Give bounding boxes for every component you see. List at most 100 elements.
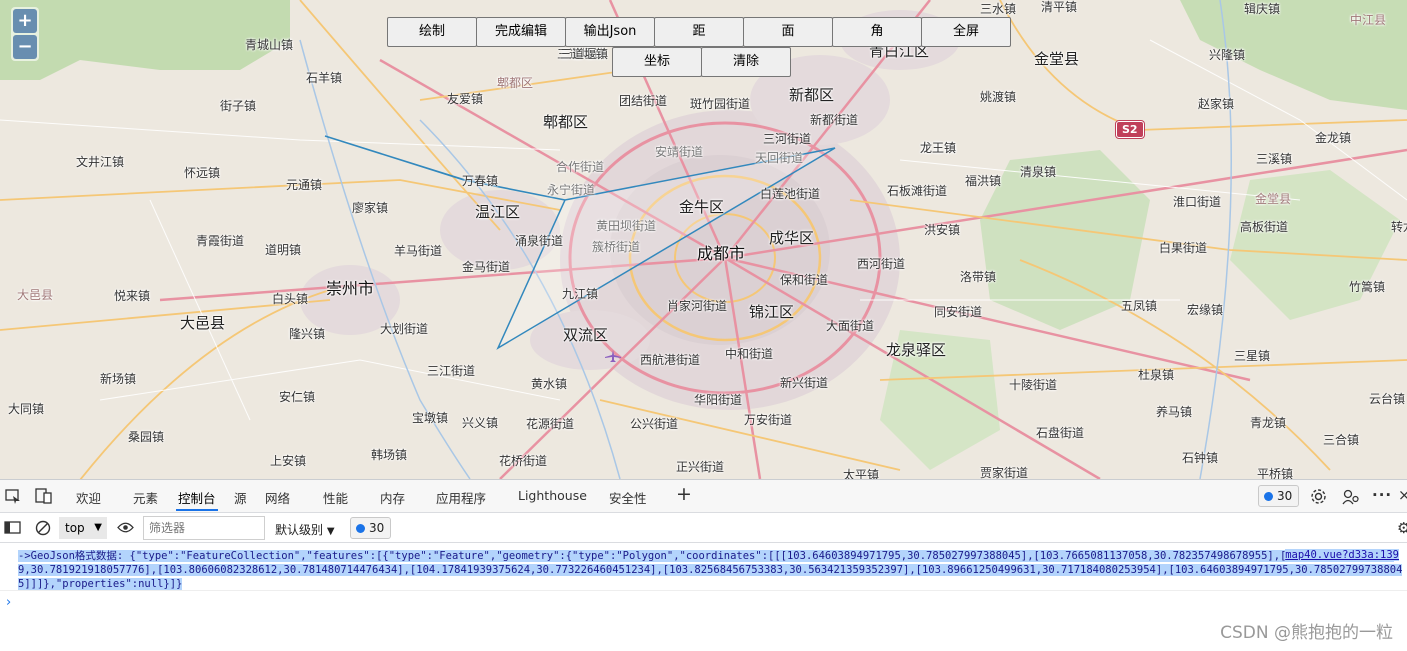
map-place-label: 五凤镇 xyxy=(1121,299,1158,313)
map-place-label: 三道堰镇 xyxy=(560,47,609,61)
map-place-label: 杜泉镇 xyxy=(1138,368,1175,382)
export-json-button[interactable]: 输出Json xyxy=(565,17,655,47)
console-filter-input[interactable] xyxy=(143,516,265,540)
map-place-label: 簇桥街道 xyxy=(592,240,641,254)
measure-area-button[interactable]: 面 xyxy=(743,17,833,47)
map-place-label: 十陵街道 xyxy=(1009,378,1058,392)
map-place-label: 龙王镇 xyxy=(920,141,957,155)
map-place-label: 清泉镇 xyxy=(1020,165,1057,179)
settings-gear-icon[interactable] xyxy=(1310,488,1327,508)
map-toolbar-row2: 坐标 清除 xyxy=(612,47,791,77)
map-place-label: 万安街道 xyxy=(744,413,793,427)
map-place-label: 石板滩街道 xyxy=(887,184,948,198)
context-selector[interactable]: top ▼ xyxy=(59,517,107,539)
log-text: {"type":"FeatureCollection","features":[… xyxy=(18,550,1403,590)
tab-performance[interactable]: 性能 xyxy=(323,488,348,507)
map-place-label: 竹篙镇 xyxy=(1349,280,1386,294)
map-view[interactable]: 青城山镇 石羊镇 街子镇 文井江镇 怀远镇 元通镇 廖家镇 青霞街道 道明镇 大邑县 悦来镇 白头镇 崇… xyxy=(0,0,1407,479)
map-place-label: 中和街道 xyxy=(725,347,774,361)
map-place-label: 石盘街道 xyxy=(1036,426,1085,440)
divider xyxy=(0,590,1407,591)
issues-badge[interactable]: 30 xyxy=(1258,485,1300,507)
map-place-label: 福洪镇 xyxy=(965,174,1002,188)
map-place-label: 华阳街道 xyxy=(694,393,743,407)
customize-icon[interactable] xyxy=(1342,488,1360,508)
map-place-label: 羊马街道 xyxy=(394,244,443,258)
map-place-label: 正兴街道 xyxy=(676,460,725,474)
map-place-label: 悦来镇 xyxy=(114,289,151,303)
console-log-message[interactable]: ->GeoJson格式数据: {"type":"FeatureCollectio… xyxy=(18,549,1403,591)
tab-application[interactable]: 应用程序 xyxy=(436,488,486,507)
map-place-label: 三合镇 xyxy=(1323,433,1360,447)
console-toolbar: top ▼ 默认级别 ▼ 30 ⚙ xyxy=(0,513,1407,543)
map-place-label: 兴隆镇 xyxy=(1209,48,1246,62)
tab-welcome[interactable]: 欢迎 xyxy=(76,488,101,507)
fullscreen-button[interactable]: 全屏 xyxy=(921,17,1011,47)
inspect-element-icon[interactable] xyxy=(5,488,21,507)
map-place-label: 白莲池街道 xyxy=(760,187,821,201)
map-place-label: 安靖街道 xyxy=(655,145,704,159)
map-place-label: 团结街道 xyxy=(619,94,668,108)
zoom-in-button[interactable]: + xyxy=(13,9,37,33)
map-place-label: 隆兴镇 xyxy=(289,327,326,341)
map-place-label: 金马街道 xyxy=(462,260,511,274)
map-toolbar-row1: 绘制 完成编辑 输出Json 距 面 角 全屏 xyxy=(387,17,1011,47)
devtools-tab-bar: 欢迎 元素 控制台 源 网络 性能 内存 应用程序 Lighthouse 安全性… xyxy=(0,480,1407,513)
map-place-label: 同安街道 xyxy=(934,305,983,319)
measure-angle-button[interactable]: 角 xyxy=(832,17,922,47)
console-prompt-icon[interactable]: › xyxy=(6,595,11,610)
map-place-label: 永宁街道 xyxy=(547,183,596,197)
map-place-label: 辑庆镇 xyxy=(1244,2,1281,16)
map-place-label: 大划街道 xyxy=(380,322,429,336)
map-place-label: 三水镇 xyxy=(980,2,1017,16)
watermark: CSDN @熊抱抱的一粒 xyxy=(1220,623,1393,643)
device-emulation-icon[interactable] xyxy=(35,488,53,507)
map-place-label: 石钟镇 xyxy=(1182,451,1219,465)
map-place-label: 安仁镇 xyxy=(279,390,316,404)
map-place-label: 大邑县 xyxy=(180,314,226,332)
sidebar-toggle-icon[interactable] xyxy=(4,521,21,537)
map-place-label: 洪安镇 xyxy=(924,223,961,237)
measure-distance-button[interactable]: 距 xyxy=(654,17,744,47)
map-place-label: 龙泉驿区 xyxy=(886,341,947,359)
message-icon xyxy=(356,524,365,533)
log-level-dropdown[interactable]: 默认级别 ▼ xyxy=(275,521,335,538)
map-place-label: 友爱镇 xyxy=(447,92,484,106)
map-place-label: 新都区 xyxy=(789,86,835,104)
map-place-label: 黄水镇 xyxy=(531,377,568,391)
draw-button[interactable]: 绘制 xyxy=(387,17,477,47)
console-issues-count: 30 xyxy=(369,521,385,535)
tab-memory[interactable]: 内存 xyxy=(380,488,405,507)
tab-elements[interactable]: 元素 xyxy=(133,488,158,507)
tab-console[interactable]: 控制台 xyxy=(176,488,218,511)
map-place-label: 转龙镇 xyxy=(1391,220,1407,234)
clear-button[interactable]: 清除 xyxy=(701,47,791,77)
map-place-label: 成都市 xyxy=(697,244,746,263)
map-place-label: 高板街道 xyxy=(1240,220,1289,234)
zoom-out-button[interactable]: − xyxy=(13,35,37,59)
log-source-link[interactable]: map40.vue?d33a:139 xyxy=(1285,549,1399,561)
map-place-label: 贾家街道 xyxy=(980,466,1029,479)
tab-lighthouse[interactable]: Lighthouse xyxy=(518,488,587,503)
tab-security[interactable]: 安全性 xyxy=(609,488,647,507)
more-options-icon[interactable]: ··· xyxy=(1372,487,1392,503)
map-place-label: 文井江镇 xyxy=(76,155,125,169)
add-tab-icon[interactable]: + xyxy=(676,485,692,504)
live-expression-eye-icon[interactable] xyxy=(117,521,134,537)
tab-network[interactable]: 网络 xyxy=(265,488,290,507)
map-place-label: 洛带镇 xyxy=(960,270,997,284)
finish-edit-button[interactable]: 完成编辑 xyxy=(476,17,566,47)
map-place-label: 郫都区 xyxy=(543,113,589,131)
coordinate-button[interactable]: 坐标 xyxy=(612,47,702,77)
clear-console-icon[interactable] xyxy=(35,520,51,539)
map-place-label: 西河街道 xyxy=(857,257,906,271)
close-devtools-icon[interactable]: × xyxy=(1398,487,1407,503)
console-settings-gear-icon[interactable]: ⚙ xyxy=(1397,520,1407,536)
map-place-label: 温江区 xyxy=(475,203,521,221)
console-issues-badge[interactable]: 30 xyxy=(350,517,392,539)
map-place-label: 金龙镇 xyxy=(1315,131,1352,145)
tab-sources[interactable]: 源 xyxy=(234,488,247,507)
map-place-label: 合作街道 xyxy=(556,160,605,174)
context-value: top xyxy=(65,521,85,535)
map-place-label: 公兴街道 xyxy=(630,417,679,431)
